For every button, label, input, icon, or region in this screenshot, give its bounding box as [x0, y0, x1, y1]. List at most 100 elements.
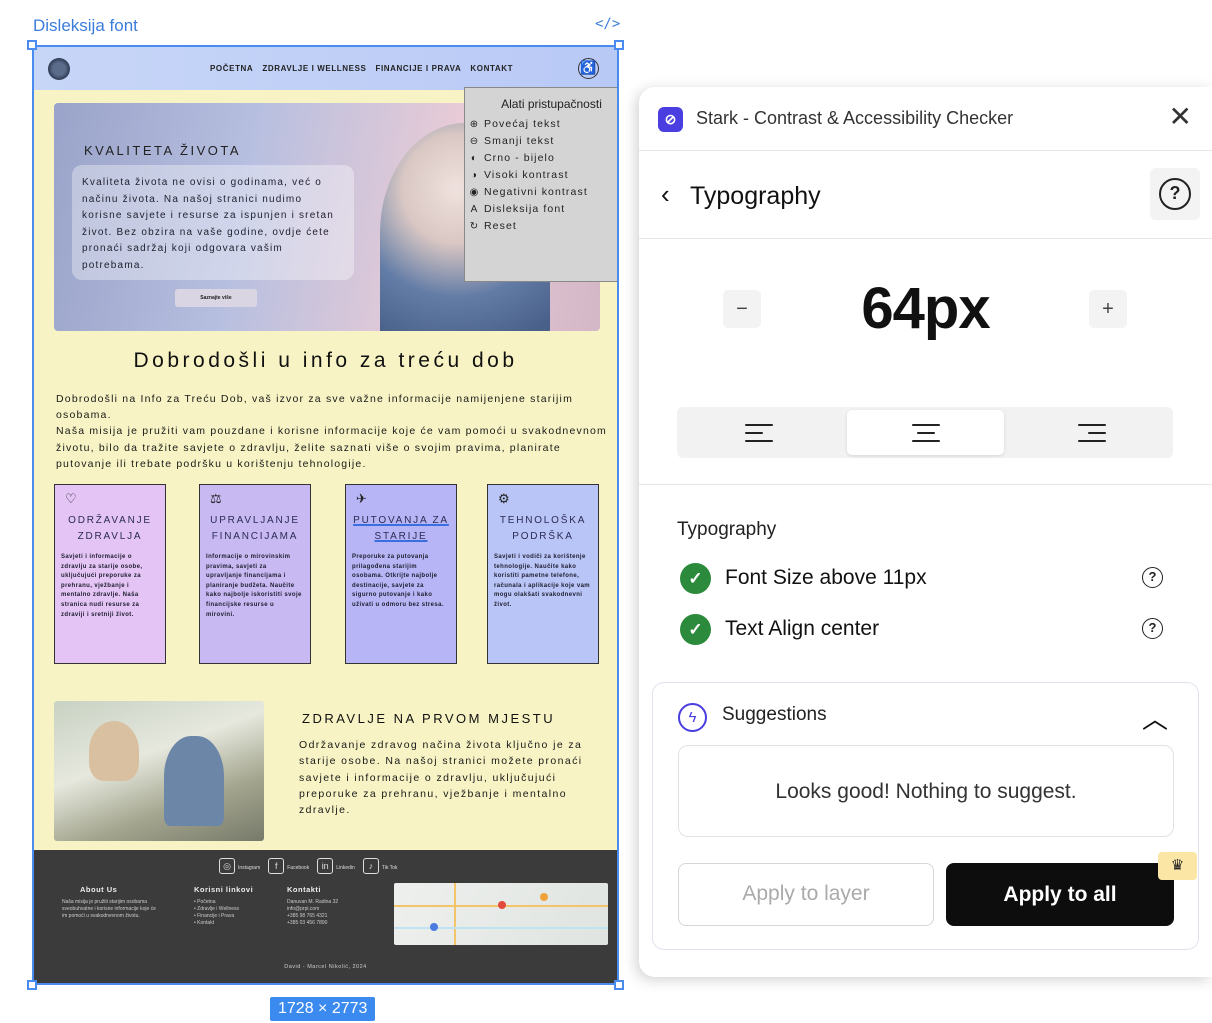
increase-size-button[interactable]: +: [1089, 290, 1127, 328]
access-item-label: Reset: [484, 220, 517, 232]
access-item-label: Disleksija font: [484, 203, 566, 215]
align-left-button[interactable]: [680, 410, 837, 455]
map-pin-icon: [498, 901, 506, 909]
card-title: UPRAVLJANJE FINANCIJAMA: [210, 515, 300, 542]
font-size-control: − 64px +: [639, 267, 1212, 357]
card-text: Savjeti i informacije o zdravlju za star…: [61, 554, 143, 618]
eye-icon: ◉: [469, 187, 480, 198]
card-text: Informacije o mirovinskim pravima, savje…: [206, 554, 302, 618]
access-item-label: Povećaj tekst: [484, 118, 561, 130]
social-tiktok[interactable]: ♪ Tik Tok: [362, 858, 397, 874]
font-icon: A: [470, 204, 479, 215]
site-logo[interactable]: [48, 57, 70, 80]
design-frame[interactable]: POČETNA ZDRAVLJE I WELLNESS FINANCIJE I …: [32, 45, 619, 985]
footer-contact: Kontakti Danuvan M. Radina 32 info@prpi.…: [287, 886, 382, 927]
accessibility-tools-title: Alati pristupačnosti: [501, 97, 602, 111]
check-label: Text Align center: [725, 617, 880, 640]
suggestions-title[interactable]: Suggestions: [722, 704, 827, 726]
access-item-label: Negativni kontrast: [484, 186, 588, 198]
money-icon: ⚖: [210, 491, 222, 506]
social-linkedin[interactable]: in Linkedin: [317, 858, 355, 874]
apply-to-layer-button[interactable]: Apply to layer: [678, 863, 934, 926]
plugin-header: ⊘ Stark - Contrast & Accessibility Check…: [639, 87, 1212, 151]
stark-plugin-panel: ⊘ Stark - Contrast & Accessibility Check…: [639, 87, 1212, 977]
resize-handle[interactable]: [27, 980, 37, 990]
resize-handle[interactable]: [614, 980, 624, 990]
welcome-text: Dobrodošli na Info za Treću Dob, vaš izv…: [56, 391, 611, 472]
social-links: ◎ Instagram f Facebook in Linkedin ♪ Tik Tok: [219, 858, 397, 874]
access-item-high-contrast[interactable]: ◑ Visoki kontrast: [469, 167, 616, 184]
zoom-in-icon: ⊕: [469, 119, 480, 130]
facebook-icon: f: [268, 858, 285, 874]
nav-link-home[interactable]: POČETNA: [210, 64, 253, 73]
plugin-title: Stark - Contrast & Accessibility Checker: [696, 108, 1014, 128]
access-item-label: Smanji tekst: [484, 135, 555, 147]
card-health[interactable]: ♡ ODRŽAVANJE ZDRAVLJA Savjeti i informac…: [54, 484, 166, 664]
section-title[interactable]: Typography: [690, 182, 821, 211]
footer-contact-title: Kontakti: [287, 885, 321, 894]
nav-link-finance[interactable]: FINANCIJE I PRAVA: [375, 64, 461, 73]
help-icon[interactable]: ?: [1142, 567, 1163, 588]
align-center-icon: [911, 422, 940, 444]
health-image: [54, 701, 264, 841]
chevron-up-icon[interactable]: ︿: [1142, 699, 1168, 736]
resize-handle[interactable]: [614, 40, 624, 50]
chevron-left-icon[interactable]: ‹: [661, 179, 670, 210]
social-facebook[interactable]: f Facebook: [268, 858, 309, 874]
align-right-button[interactable]: [1013, 410, 1170, 455]
resize-handle[interactable]: [27, 40, 37, 50]
text-align-control: [677, 407, 1173, 458]
footer-link[interactable]: • Zdravlje i Wellness: [194, 906, 274, 913]
card-travel[interactable]: ✈ PUTOVANJA ZA STARIJE Preporuke za puto…: [345, 484, 457, 664]
checks-title: Typography: [677, 519, 777, 540]
sparkle-bolt-icon: ϟ: [678, 703, 707, 732]
access-item-zoom-out[interactable]: ⊖ Smanji tekst: [469, 133, 616, 150]
frame-label[interactable]: Disleksija font: [33, 16, 138, 36]
check-pass-icon: ✓: [680, 563, 711, 594]
nav-link-contact[interactable]: KONTAKT: [470, 64, 513, 73]
footer-links-title: Korisni linkovi: [194, 885, 254, 894]
footer-link[interactable]: • Početna: [194, 899, 274, 906]
hero-learn-more-button[interactable]: Saznajte više: [175, 289, 257, 307]
align-center-button[interactable]: [847, 410, 1004, 455]
accessibility-icon[interactable]: ♿: [578, 58, 599, 79]
help-icon: ?: [1159, 178, 1191, 210]
help-button[interactable]: ?: [1150, 168, 1200, 220]
map-pin-icon: [540, 893, 548, 901]
footer-contact-item[interactable]: info@prpi.com: [287, 906, 382, 913]
suggestions-panel: ϟ Suggestions ︿ Looks good! Nothing to s…: [652, 682, 1199, 950]
footer-link[interactable]: • Financije i Prava: [194, 913, 274, 920]
card-finance[interactable]: ⚖ UPRAVLJANJE FINANCIJAMA Informacije o …: [199, 484, 311, 664]
access-item-dyslexia[interactable]: A Disleksija font: [469, 201, 616, 218]
divider: [639, 484, 1212, 485]
social-instagram[interactable]: ◎ Instagram: [219, 858, 260, 874]
frame-dimensions: 1728 × 2773: [270, 997, 376, 1021]
typography-header: ‹ Typography ?: [639, 151, 1212, 239]
reset-icon: ↻: [469, 221, 480, 232]
site-nav: POČETNA ZDRAVLJE I WELLNESS FINANCIJE I …: [34, 47, 617, 90]
footer-map[interactable]: [394, 883, 608, 945]
site-footer: ◎ Instagram f Facebook in Linkedin ♪ Tik Tok…: [34, 850, 617, 983]
site-nav-links: POČETNA ZDRAVLJE I WELLNESS FINANCIJE I …: [210, 64, 513, 73]
footer-links: Korisni linkovi • Početna • Zdravlje i W…: [194, 886, 274, 927]
card-title: PUTOVANJA ZA STARIJE: [353, 515, 449, 542]
footer-about: About Us Naša misija je pružiti starijim…: [62, 886, 162, 920]
footer-contact-item: +385 03 456 7890: [287, 920, 328, 926]
access-item-negative[interactable]: ◉ Negativni kontrast: [469, 184, 616, 201]
walking-icon: ✈: [356, 491, 367, 506]
help-icon[interactable]: ?: [1142, 618, 1163, 639]
footer-contact-item: Danuvan M. Radina 32: [287, 899, 339, 905]
close-icon[interactable]: ✕: [1169, 103, 1192, 131]
hero-text: Kvaliteta života ne ovisi o godinama, ve…: [72, 165, 354, 280]
code-icon[interactable]: </>: [595, 16, 620, 32]
footer-link[interactable]: • Kontakt: [194, 920, 274, 927]
access-item-reset[interactable]: ↻ Reset: [469, 218, 616, 235]
card-text: Savjeti i vodiči za korištenje tehnologi…: [494, 554, 591, 608]
grayscale-icon: ◐: [470, 153, 479, 164]
feature-cards: ♡ ODRŽAVANJE ZDRAVLJA Savjeti i informac…: [54, 484, 604, 666]
access-item-zoom-in[interactable]: ⊕ Povećaj tekst: [469, 116, 616, 133]
card-tech[interactable]: ⚙ TEHNOLOŠKA PODRŠKA Savjeti i vodiči za…: [487, 484, 599, 664]
apply-to-all-button[interactable]: Apply to all: [946, 863, 1174, 926]
nav-link-health[interactable]: ZDRAVLJE I WELLNESS: [262, 64, 366, 73]
access-item-grayscale[interactable]: ◐ Crno - bijelo: [469, 150, 616, 167]
